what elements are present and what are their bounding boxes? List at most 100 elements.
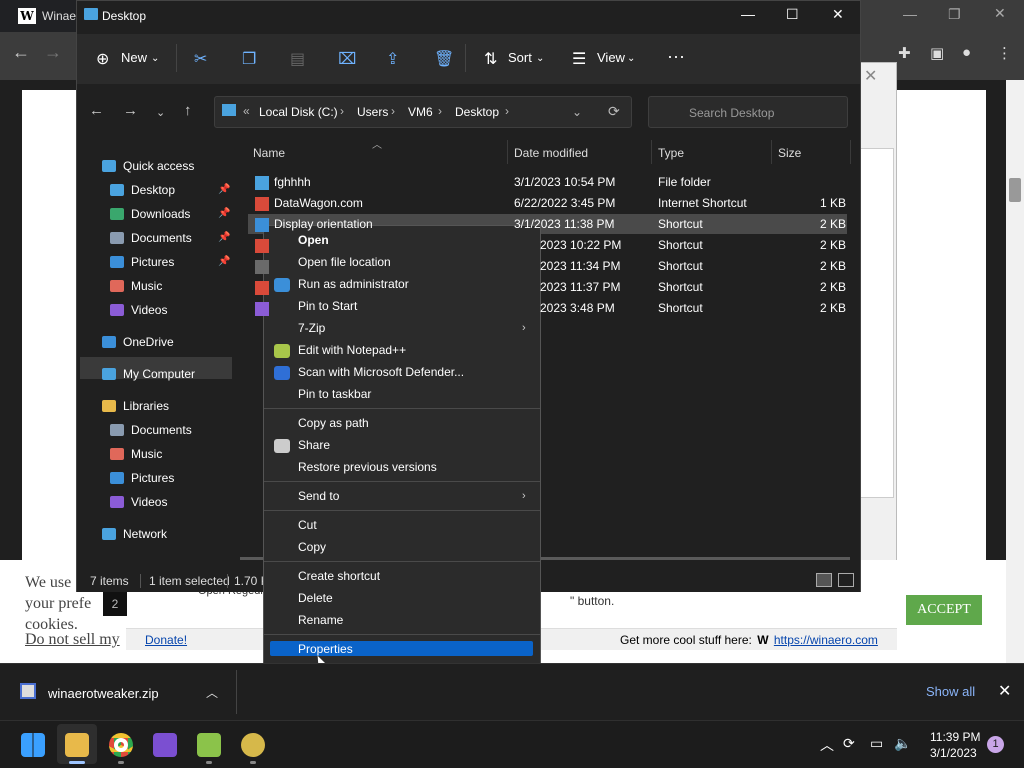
nav-item[interactable]: Videos [131, 495, 167, 509]
display-icon[interactable]: ▭ [870, 735, 883, 752]
menu-item-open-file-location[interactable]: Open file location [298, 255, 391, 269]
donate-link[interactable]: Donate! [145, 633, 187, 647]
delete-icon[interactable]: 🗑 [434, 49, 454, 69]
tiles-view-icon[interactable] [838, 573, 854, 587]
menu-item-scan-with-microsoft-defender[interactable]: Scan with Microsoft Defender... [298, 365, 464, 379]
browser-restore-icon[interactable]: ❐ [948, 6, 961, 23]
menu-item-share[interactable]: Share [298, 438, 330, 452]
menu-item-properties[interactable]: Properties [298, 642, 353, 656]
dialog-close-icon[interactable]: ✕ [864, 66, 877, 86]
paste-icon[interactable]: ▤ [290, 49, 305, 69]
menu-item-edit-with-notepad[interactable]: Edit with Notepad++ [298, 343, 406, 357]
menu-item-copy[interactable]: Copy [298, 540, 326, 554]
refresh-icon[interactable]: ⟳ [608, 103, 620, 120]
chevron-right-icon[interactable]: › [438, 104, 442, 118]
divider[interactable] [507, 140, 508, 164]
browser-minimize-icon[interactable]: — [903, 6, 917, 22]
close-icon[interactable]: ✕ [998, 681, 1011, 701]
menu-item-open[interactable]: Open [298, 233, 329, 247]
chevron-right-icon[interactable]: › [505, 104, 509, 118]
nav-item[interactable]: Network [123, 527, 167, 541]
menu-item-pin-to-start[interactable]: Pin to Start [298, 299, 357, 313]
nav-item[interactable]: Pictures [131, 255, 174, 269]
file-name-cell[interactable]: DataWagon.com [274, 196, 363, 210]
breadcrumb-item[interactable]: Desktop [455, 105, 499, 119]
menu-dots-icon[interactable]: ⋮ [997, 44, 1012, 62]
sort-button[interactable]: Sort [508, 50, 532, 65]
show-all-button[interactable]: Show all [926, 684, 975, 699]
update-icon[interactable]: ⟳ [843, 735, 855, 752]
column-size[interactable]: Size [778, 146, 801, 160]
divider[interactable] [771, 140, 772, 164]
nav-item[interactable]: Pictures [131, 471, 174, 485]
recent-chevron-icon[interactable]: ⌄ [156, 106, 165, 119]
app-icon[interactable] [241, 733, 265, 757]
copy-icon[interactable]: ❐ [242, 49, 256, 69]
browser-tab[interactable]: W Winae [0, 0, 80, 32]
chevron-right-icon[interactable]: › [391, 104, 395, 118]
sidebar-icon[interactable]: ▣ [930, 44, 944, 62]
menu-item-restore-previous-versions[interactable]: Restore previous versions [298, 460, 437, 474]
nav-item[interactable]: OneDrive [123, 335, 174, 349]
overflow-icon[interactable]: « [243, 104, 250, 118]
extensions-icon[interactable]: ✚ [898, 44, 911, 62]
winaero-link[interactable]: https://winaero.com [774, 633, 878, 647]
menu-item-7-zip[interactable]: 7-Zip [298, 321, 325, 335]
close-icon[interactable]: ✕ [832, 6, 844, 23]
nav-item[interactable]: Quick access [123, 159, 194, 173]
chevron-right-icon[interactable]: › [340, 104, 344, 118]
cut-icon[interactable]: ✂ [194, 49, 207, 69]
app-icon[interactable] [197, 733, 221, 757]
menu-item-run-as-administrator[interactable]: Run as administrator [298, 277, 409, 291]
nav-item[interactable]: Documents [131, 423, 192, 437]
details-view-icon[interactable] [816, 573, 832, 587]
divider[interactable] [651, 140, 652, 164]
divider[interactable] [850, 140, 851, 164]
column-date[interactable]: Date modified [514, 146, 588, 160]
page-scroll-thumb[interactable] [1009, 178, 1021, 202]
up-arrow-icon[interactable]: ↑ [184, 102, 192, 119]
file-explorer-icon[interactable] [65, 733, 89, 757]
clock-date[interactable]: 3/1/2023 [930, 746, 977, 760]
view-button[interactable]: View [597, 50, 625, 65]
browser-close-icon[interactable]: ✕ [994, 5, 1006, 22]
file-name-cell[interactable]: fghhhh [274, 175, 311, 189]
volume-icon[interactable]: 🔈 [894, 735, 911, 752]
download-filename[interactable]: winaerotweaker.zip [48, 686, 159, 701]
nav-item[interactable]: Desktop [131, 183, 175, 197]
share-icon[interactable]: ⇪ [386, 49, 399, 69]
nav-item[interactable]: Music [131, 279, 162, 293]
menu-item-delete[interactable]: Delete [298, 591, 333, 605]
back-arrow-icon[interactable]: ← [89, 102, 104, 119]
breadcrumb-item[interactable]: VM6 [408, 105, 433, 119]
chevron-down-icon[interactable]: ⌄ [572, 105, 582, 119]
page-scrollbar[interactable] [1006, 80, 1024, 663]
start-icon[interactable] [21, 733, 45, 757]
back-arrow-icon[interactable]: ← [12, 42, 30, 63]
rename-icon[interactable]: ⌧ [338, 49, 356, 69]
minimize-icon[interactable]: — [741, 6, 755, 22]
chevron-up-icon[interactable]: ︿ [206, 684, 218, 701]
chevron-up-icon[interactable]: ︿ [820, 735, 834, 755]
nav-item[interactable]: Documents [131, 231, 192, 245]
nav-item[interactable]: Videos [131, 303, 167, 317]
nav-item[interactable]: My Computer [123, 367, 195, 381]
do-not-sell-link[interactable]: Do not sell my [25, 631, 120, 649]
maximize-icon[interactable]: ☐ [786, 6, 799, 23]
menu-item-send-to[interactable]: Send to [298, 489, 339, 503]
chrome-icon[interactable] [109, 733, 133, 757]
forward-arrow-icon[interactable]: → [44, 42, 62, 63]
menu-item-cut[interactable]: Cut [298, 518, 317, 532]
menu-item-pin-to-taskbar[interactable]: Pin to taskbar [298, 387, 371, 401]
breadcrumb-item[interactable]: Users [357, 105, 388, 119]
nav-item[interactable]: Music [131, 447, 162, 461]
notification-badge[interactable]: 1 [987, 736, 1004, 753]
accept-button[interactable]: ACCEPT [906, 595, 982, 625]
menu-item-copy-as-path[interactable]: Copy as path [298, 416, 369, 430]
search-input[interactable]: Search Desktop [648, 96, 848, 128]
column-type[interactable]: Type [658, 146, 684, 160]
breadcrumb-item[interactable]: Local Disk (C:) [259, 105, 338, 119]
profile-icon[interactable]: ● [962, 44, 971, 61]
nav-item[interactable]: Libraries [123, 399, 169, 413]
clock-time[interactable]: 11:39 PM [930, 730, 980, 744]
